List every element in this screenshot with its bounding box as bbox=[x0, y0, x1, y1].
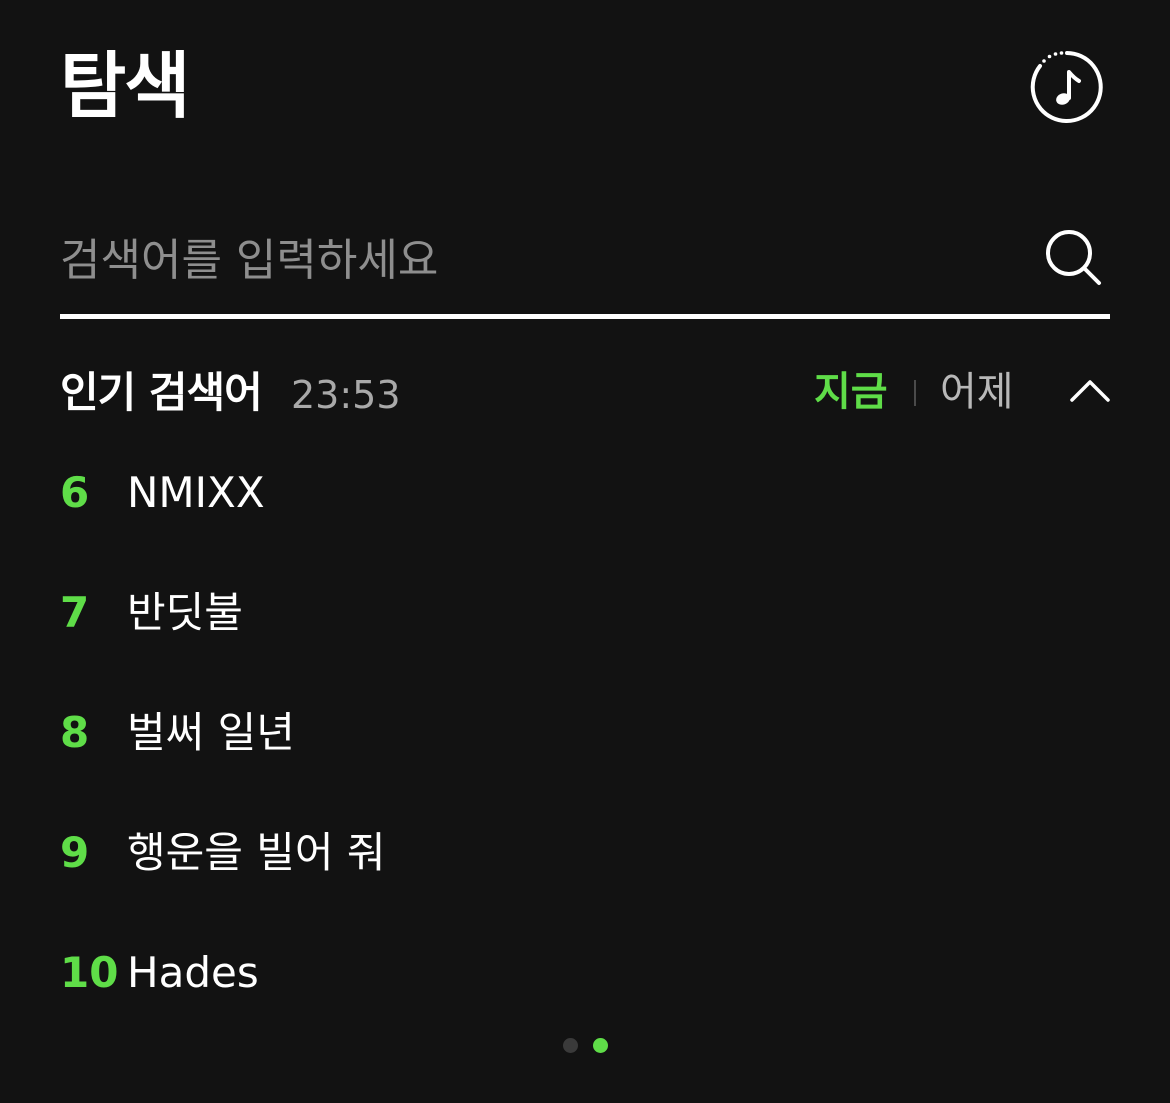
search-term: 행운을 빌어 줘 bbox=[127, 828, 386, 877]
popular-searches-header: 인기 검색어 23:53 지금 어제 bbox=[60, 360, 1110, 424]
page-dot[interactable] bbox=[593, 1038, 608, 1053]
list-item[interactable]: 6 NMIXX bbox=[60, 446, 1110, 566]
list-item[interactable]: 10 Hades bbox=[60, 926, 1110, 1046]
header: 탐색 bbox=[60, 40, 1110, 140]
rank-number: 6 bbox=[60, 468, 90, 517]
collapse-button[interactable] bbox=[1068, 372, 1112, 408]
search-term: 벌써 일년 bbox=[127, 708, 295, 757]
search-bar bbox=[60, 220, 1110, 320]
page-dot[interactable] bbox=[563, 1038, 578, 1053]
chevron-up-icon bbox=[1070, 380, 1110, 402]
update-time: 23:53 bbox=[291, 373, 401, 417]
section-title: 인기 검색어 bbox=[60, 368, 263, 417]
popular-search-list: 6 NMIXX 7 반딧불 8 벌써 일년 9 행운을 빌어 줘 10 Hade… bbox=[60, 446, 1110, 1046]
music-history-button[interactable] bbox=[1028, 48, 1106, 126]
search-term: Hades bbox=[127, 948, 259, 997]
rank-number: 9 bbox=[60, 828, 90, 877]
tab-now[interactable]: 지금 bbox=[814, 368, 888, 416]
search-button[interactable] bbox=[1044, 228, 1104, 288]
tab-divider bbox=[914, 380, 916, 406]
rank-number: 7 bbox=[60, 588, 90, 637]
search-icon bbox=[1046, 230, 1101, 285]
search-input[interactable] bbox=[60, 220, 1020, 300]
page-title: 탐색 bbox=[60, 44, 190, 128]
list-item[interactable]: 9 행운을 빌어 줘 bbox=[60, 806, 1110, 926]
tab-yesterday[interactable]: 어제 bbox=[940, 368, 1014, 416]
search-underline bbox=[60, 314, 1110, 319]
rank-number: 8 bbox=[60, 708, 90, 757]
music-note-icon bbox=[1030, 51, 1103, 123]
search-term: 반딧불 bbox=[127, 588, 243, 637]
list-item[interactable]: 8 벌써 일년 bbox=[60, 686, 1110, 806]
list-item[interactable]: 7 반딧불 bbox=[60, 566, 1110, 686]
rank-number: 10 bbox=[60, 948, 119, 997]
search-term: NMIXX bbox=[127, 468, 265, 517]
